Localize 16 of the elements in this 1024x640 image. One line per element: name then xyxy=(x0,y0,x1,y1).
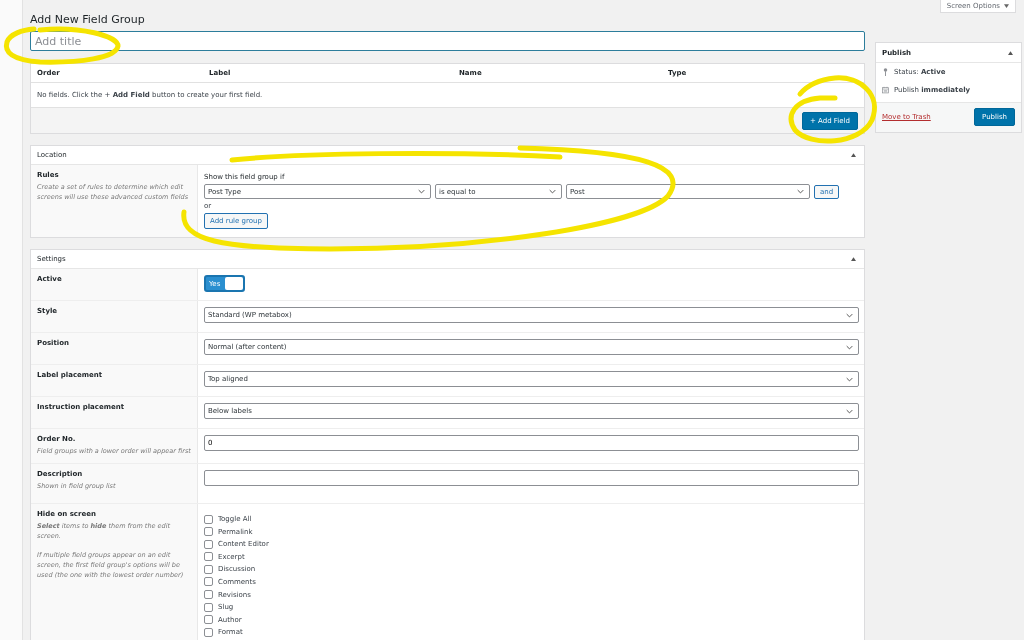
chevron-icon xyxy=(846,376,853,382)
pin-icon xyxy=(882,68,889,76)
chevron-icon xyxy=(418,189,425,194)
chevron-icon xyxy=(797,189,804,194)
collapse-icon[interactable] xyxy=(1008,50,1013,55)
collapse-icon[interactable] xyxy=(851,257,856,261)
chevron-icon xyxy=(846,408,853,414)
page-title: Add New Field Group xyxy=(30,13,146,27)
caret-icon xyxy=(1004,4,1009,8)
chevron-icon xyxy=(846,344,853,350)
chevron-icon xyxy=(549,189,556,194)
title-field[interactable]: Add title xyxy=(30,31,865,51)
input-field[interactable] xyxy=(204,470,859,486)
chevron-icon xyxy=(846,312,853,318)
calendar-icon xyxy=(882,86,889,94)
collapse-icon[interactable] xyxy=(851,153,856,157)
